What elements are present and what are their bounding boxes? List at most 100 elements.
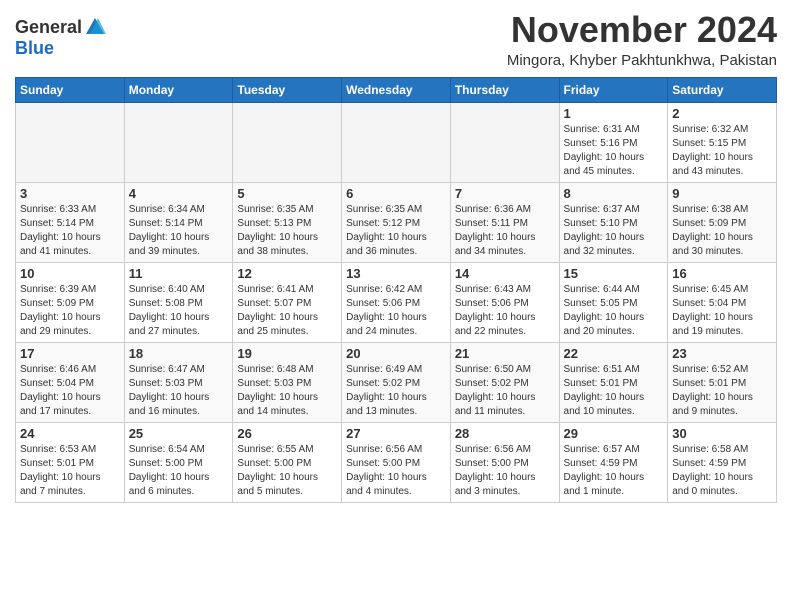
day-number: 26	[237, 426, 337, 441]
title-block: November 2024 Mingora, Khyber Pakhtunkhw…	[507, 10, 777, 69]
day-number: 13	[346, 266, 446, 281]
day-info: Sunrise: 6:50 AM Sunset: 5:02 PM Dayligh…	[455, 363, 555, 419]
calendar-day-cell: 10 Sunrise: 6:39 AM Sunset: 5:09 PM Dayli…	[16, 262, 125, 342]
calendar-day-cell: 4 Sunrise: 6:34 AM Sunset: 5:14 PM Daylig…	[124, 182, 233, 262]
day-number: 11	[129, 266, 229, 281]
page-header: General Blue November 2024 Mingora, Khyb…	[15, 10, 777, 69]
day-info: Sunrise: 6:37 AM Sunset: 5:10 PM Dayligh…	[564, 203, 664, 259]
calendar-day-cell	[233, 102, 342, 182]
calendar-day-cell: 2Sunrise: 6:32 AM Sunset: 5:15 PM Daylig…	[668, 102, 777, 182]
day-info: Sunrise: 6:42 AM Sunset: 5:06 PM Dayligh…	[346, 283, 446, 339]
calendar-week-row: 3Sunrise: 6:33 AM Sunset: 5:14 PM Daylig…	[16, 182, 777, 262]
calendar-day-cell: 14 Sunrise: 6:43 AM Sunset: 5:06 PM Dayli…	[450, 262, 559, 342]
calendar-day-cell: 6Sunrise: 6:35 AM Sunset: 5:12 PM Daylig…	[342, 182, 451, 262]
calendar-day-cell: 13 Sunrise: 6:42 AM Sunset: 5:06 PM Dayli…	[342, 262, 451, 342]
calendar-week-row: 1 Sunrise: 6:31 AM Sunset: 5:16 PM Daylig…	[16, 102, 777, 182]
weekday-header-cell: Saturday	[668, 77, 777, 102]
day-number: 9	[672, 186, 772, 201]
day-info: Sunrise: 6:45 AM Sunset: 5:04 PM Dayligh…	[672, 283, 772, 339]
weekday-header-cell: Friday	[559, 77, 668, 102]
calendar-body: 1 Sunrise: 6:31 AM Sunset: 5:16 PM Daylig…	[16, 102, 777, 502]
day-info: Sunrise: 6:39 AM Sunset: 5:09 PM Dayligh…	[20, 283, 120, 339]
calendar-day-cell: 24 Sunrise: 6:53 AM Sunset: 5:01 PM Dayli…	[16, 422, 125, 502]
day-info: Sunrise: 6:49 AM Sunset: 5:02 PM Dayligh…	[346, 363, 446, 419]
day-number: 1	[564, 106, 664, 121]
calendar-day-cell: 19Sunrise: 6:48 AM Sunset: 5:03 PM Dayli…	[233, 342, 342, 422]
weekday-header-cell: Tuesday	[233, 77, 342, 102]
day-number: 7	[455, 186, 555, 201]
day-number: 8	[564, 186, 664, 201]
day-number: 12	[237, 266, 337, 281]
day-info: Sunrise: 6:36 AM Sunset: 5:11 PM Dayligh…	[455, 203, 555, 259]
logo-blue-text: Blue	[15, 38, 54, 59]
day-info: Sunrise: 6:44 AM Sunset: 5:05 PM Dayligh…	[564, 283, 664, 339]
weekday-header-row: SundayMondayTuesdayWednesdayThursdayFrid…	[16, 77, 777, 102]
calendar-day-cell	[450, 102, 559, 182]
day-number: 18	[129, 346, 229, 361]
calendar-day-cell: 1 Sunrise: 6:31 AM Sunset: 5:16 PM Daylig…	[559, 102, 668, 182]
calendar-day-cell: 27Sunrise: 6:56 AM Sunset: 5:00 PM Dayli…	[342, 422, 451, 502]
calendar-day-cell	[16, 102, 125, 182]
calendar-day-cell: 3Sunrise: 6:33 AM Sunset: 5:14 PM Daylig…	[16, 182, 125, 262]
day-number: 30	[672, 426, 772, 441]
day-number: 24	[20, 426, 120, 441]
calendar-day-cell	[124, 102, 233, 182]
day-number: 4	[129, 186, 229, 201]
day-info: Sunrise: 6:46 AM Sunset: 5:04 PM Dayligh…	[20, 363, 120, 419]
calendar-day-cell: 15 Sunrise: 6:44 AM Sunset: 5:05 PM Dayli…	[559, 262, 668, 342]
calendar-day-cell: 7 Sunrise: 6:36 AM Sunset: 5:11 PM Daylig…	[450, 182, 559, 262]
calendar-week-row: 17 Sunrise: 6:46 AM Sunset: 5:04 PM Dayli…	[16, 342, 777, 422]
calendar-day-cell: 29 Sunrise: 6:57 AM Sunset: 4:59 PM Dayli…	[559, 422, 668, 502]
weekday-header-cell: Sunday	[16, 77, 125, 102]
day-info: Sunrise: 6:43 AM Sunset: 5:06 PM Dayligh…	[455, 283, 555, 339]
day-info: Sunrise: 6:32 AM Sunset: 5:15 PM Dayligh…	[672, 123, 772, 179]
day-info: Sunrise: 6:31 AM Sunset: 5:16 PM Dayligh…	[564, 123, 664, 179]
calendar-table: SundayMondayTuesdayWednesdayThursdayFrid…	[15, 77, 777, 503]
day-info: Sunrise: 6:53 AM Sunset: 5:01 PM Dayligh…	[20, 443, 120, 499]
day-number: 27	[346, 426, 446, 441]
day-number: 28	[455, 426, 555, 441]
day-number: 6	[346, 186, 446, 201]
day-number: 29	[564, 426, 664, 441]
calendar-week-row: 10 Sunrise: 6:39 AM Sunset: 5:09 PM Dayli…	[16, 262, 777, 342]
calendar-day-cell: 23 Sunrise: 6:52 AM Sunset: 5:01 PM Dayli…	[668, 342, 777, 422]
day-info: Sunrise: 6:47 AM Sunset: 5:03 PM Dayligh…	[129, 363, 229, 419]
day-info: Sunrise: 6:40 AM Sunset: 5:08 PM Dayligh…	[129, 283, 229, 339]
day-number: 15	[564, 266, 664, 281]
calendar-day-cell: 26 Sunrise: 6:55 AM Sunset: 5:00 PM Dayli…	[233, 422, 342, 502]
day-number: 22	[564, 346, 664, 361]
day-info: Sunrise: 6:34 AM Sunset: 5:14 PM Dayligh…	[129, 203, 229, 259]
calendar-day-cell: 12Sunrise: 6:41 AM Sunset: 5:07 PM Dayli…	[233, 262, 342, 342]
day-number: 20	[346, 346, 446, 361]
weekday-header-cell: Thursday	[450, 77, 559, 102]
day-number: 14	[455, 266, 555, 281]
calendar-day-cell: 25Sunrise: 6:54 AM Sunset: 5:00 PM Dayli…	[124, 422, 233, 502]
day-info: Sunrise: 6:57 AM Sunset: 4:59 PM Dayligh…	[564, 443, 664, 499]
day-number: 16	[672, 266, 772, 281]
logo-general-text: General	[15, 17, 82, 38]
location-subtitle: Mingora, Khyber Pakhtunkhwa, Pakistan	[507, 52, 777, 69]
month-title: November 2024	[507, 10, 777, 50]
calendar-week-row: 24 Sunrise: 6:53 AM Sunset: 5:01 PM Dayli…	[16, 422, 777, 502]
day-info: Sunrise: 6:56 AM Sunset: 5:00 PM Dayligh…	[455, 443, 555, 499]
day-number: 10	[20, 266, 120, 281]
day-info: Sunrise: 6:52 AM Sunset: 5:01 PM Dayligh…	[672, 363, 772, 419]
calendar-day-cell: 17 Sunrise: 6:46 AM Sunset: 5:04 PM Dayli…	[16, 342, 125, 422]
calendar-day-cell: 20 Sunrise: 6:49 AM Sunset: 5:02 PM Dayli…	[342, 342, 451, 422]
calendar-day-cell: 21 Sunrise: 6:50 AM Sunset: 5:02 PM Dayli…	[450, 342, 559, 422]
calendar-day-cell: 16 Sunrise: 6:45 AM Sunset: 5:04 PM Dayli…	[668, 262, 777, 342]
calendar-day-cell	[342, 102, 451, 182]
day-info: Sunrise: 6:48 AM Sunset: 5:03 PM Dayligh…	[237, 363, 337, 419]
weekday-header-cell: Wednesday	[342, 77, 451, 102]
calendar-day-cell: 28 Sunrise: 6:56 AM Sunset: 5:00 PM Dayli…	[450, 422, 559, 502]
day-number: 21	[455, 346, 555, 361]
calendar-day-cell: 30Sunrise: 6:58 AM Sunset: 4:59 PM Dayli…	[668, 422, 777, 502]
day-info: Sunrise: 6:35 AM Sunset: 5:13 PM Dayligh…	[237, 203, 337, 259]
day-number: 23	[672, 346, 772, 361]
day-info: Sunrise: 6:33 AM Sunset: 5:14 PM Dayligh…	[20, 203, 120, 259]
day-info: Sunrise: 6:51 AM Sunset: 5:01 PM Dayligh…	[564, 363, 664, 419]
day-number: 17	[20, 346, 120, 361]
weekday-header-cell: Monday	[124, 77, 233, 102]
day-number: 25	[129, 426, 229, 441]
day-info: Sunrise: 6:55 AM Sunset: 5:00 PM Dayligh…	[237, 443, 337, 499]
